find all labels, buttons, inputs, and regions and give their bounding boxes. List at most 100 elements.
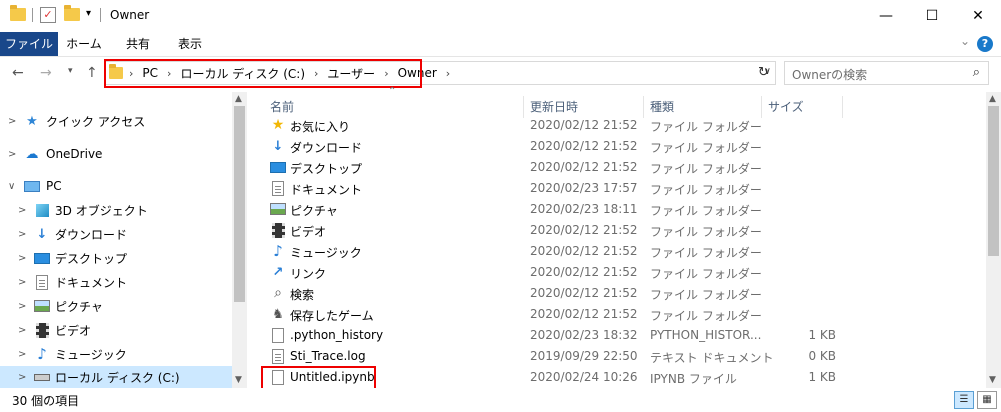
details-view-icon[interactable]: ☰ <box>954 391 974 409</box>
nav-item-documents[interactable]: > ドキュメント <box>0 271 232 293</box>
file-type: ファイル フォルダー <box>650 246 762 260</box>
favorites-icon: ★ <box>271 117 285 133</box>
nav-item-videos[interactable]: > ビデオ <box>0 319 232 341</box>
file-date: 2020/02/23 18:11 <box>530 202 638 216</box>
expander-icon[interactable]: > <box>18 277 26 288</box>
file-date: 2020/02/12 21:52 <box>530 223 638 237</box>
customize-toolbar-icon[interactable]: ▾ <box>86 8 91 19</box>
scroll-down-icon[interactable]: ▼ <box>235 375 242 385</box>
scroll-up-icon[interactable]: ▲ <box>989 94 996 104</box>
file-name: 保存したゲーム <box>290 309 374 323</box>
file-type: ファイル フォルダー <box>650 204 762 218</box>
file-date: 2020/02/12 21:52 <box>530 244 638 258</box>
expander-icon[interactable]: > <box>18 253 26 264</box>
nav-item-3d-objects[interactable]: > 3D オブジェクト <box>0 199 232 221</box>
file-size: 1 KB <box>808 328 836 342</box>
tab-view[interactable]: 表示 <box>168 32 212 56</box>
tab-home[interactable]: ホーム <box>62 32 106 56</box>
nav-item-desktop[interactable]: > デスクトップ <box>0 247 232 269</box>
file-row[interactable]: ビデオ 2020/02/12 21:52 ファイル フォルダー <box>258 220 984 241</box>
file-date: 2020/02/12 21:52 <box>530 160 638 174</box>
expander-icon[interactable]: ∨ <box>8 181 15 192</box>
file-row[interactable]: ピクチャ 2020/02/23 18:11 ファイル フォルダー <box>258 199 984 220</box>
file-row[interactable]: ♪ ミュージック 2020/02/12 21:52 ファイル フォルダー <box>258 241 984 262</box>
expander-icon[interactable]: > <box>18 349 26 360</box>
search-box[interactable]: Ownerの検索 ⌕ <box>784 61 989 85</box>
file-row[interactable]: ↗ リンク 2020/02/12 21:52 ファイル フォルダー <box>258 262 984 283</box>
recent-locations-icon[interactable]: ▾ <box>68 66 73 76</box>
help-icon[interactable]: ? <box>977 36 993 52</box>
up-arrow-icon[interactable]: ↑ <box>86 65 98 81</box>
expander-icon[interactable]: > <box>18 325 26 336</box>
new-folder-icon[interactable] <box>64 5 80 21</box>
file-row[interactable]: ドキュメント 2020/02/23 17:57 ファイル フォルダー <box>258 178 984 199</box>
file-list-scrollbar[interactable]: ▲ ▼ <box>986 92 1001 388</box>
nav-item-label: デスクトップ <box>55 251 128 266</box>
nav-item-music[interactable]: > ♪ ミュージック <box>0 343 232 365</box>
close-button[interactable]: ✕ <box>955 0 1001 32</box>
nav-item-label: ビデオ <box>55 323 92 338</box>
nav-item-pc[interactable]: ∨ PC <box>0 175 232 197</box>
divider <box>100 8 101 22</box>
nav-pane-scrollbar[interactable]: ▲ ▼ <box>232 92 247 388</box>
file-name: .python_history <box>290 328 384 342</box>
document-icon <box>270 180 286 196</box>
highlight-box <box>104 59 422 88</box>
expander-icon[interactable]: > <box>8 149 16 160</box>
file-row[interactable]: デスクトップ 2020/02/12 21:52 ファイル フォルダー <box>258 157 984 178</box>
text-file-icon <box>270 348 286 364</box>
pc-icon <box>24 178 40 194</box>
window-title: Owner <box>110 8 150 22</box>
expander-icon[interactable]: > <box>18 229 26 240</box>
file-row[interactable]: Sti_Trace.log 2019/09/29 22:50 テキスト ドキュメ… <box>258 346 984 367</box>
properties-icon[interactable]: ✓ <box>40 7 56 23</box>
expander-icon[interactable]: > <box>18 372 26 383</box>
file-date: 2019/09/29 22:50 <box>530 349 638 363</box>
file-type: テキスト ドキュメント <box>650 351 774 365</box>
back-arrow-icon[interactable]: ← <box>12 65 24 81</box>
nav-item-label: ミュージック <box>55 347 127 362</box>
tab-file[interactable]: ファイル <box>0 32 58 56</box>
item-count: 30 個の項目 <box>12 394 80 408</box>
file-row[interactable]: .python_history 2020/02/23 18:32 PYTHON_… <box>258 325 984 346</box>
nav-item-quick-access[interactable]: > ★ クイック アクセス <box>0 110 232 132</box>
nav-item-pictures[interactable]: > ピクチャ <box>0 295 232 317</box>
file-row[interactable]: ★ お気に入り 2020/02/12 21:52 ファイル フォルダー <box>258 115 984 136</box>
nav-item-label: OneDrive <box>46 147 103 161</box>
file-type: ファイル フォルダー <box>650 162 762 176</box>
file-size: 1 KB <box>808 370 836 384</box>
large-icons-view-icon[interactable]: ▦ <box>977 391 997 409</box>
music-icon: ♪ <box>273 242 283 260</box>
nav-item-downloads[interactable]: > ↓ ダウンロード <box>0 223 232 245</box>
maximize-button[interactable]: ☐ <box>909 0 955 32</box>
file-type: ファイル フォルダー <box>650 267 762 281</box>
status-bar: 30 個の項目 ☰ ▦ <box>0 388 1001 412</box>
scroll-down-icon[interactable]: ▼ <box>989 375 996 385</box>
scrollbar-thumb[interactable] <box>988 106 999 256</box>
expander-icon[interactable]: > <box>18 205 26 216</box>
ribbon-expand-icon[interactable]: ⌄ <box>960 34 970 48</box>
cube-icon <box>34 202 50 218</box>
refresh-icon[interactable]: ↻ <box>758 65 769 80</box>
nav-item-label: ピクチャ <box>55 299 103 314</box>
forward-arrow-icon[interactable]: → <box>40 65 52 81</box>
minimize-button[interactable]: — <box>863 0 909 32</box>
video-icon <box>34 322 50 338</box>
search-input[interactable]: Ownerの検索 <box>792 66 867 83</box>
file-row[interactable]: ↓ ダウンロード 2020/02/12 21:52 ファイル フォルダー <box>258 136 984 157</box>
desktop-icon <box>270 159 286 175</box>
file-date: 2020/02/12 21:52 <box>530 307 638 321</box>
tab-share[interactable]: 共有 <box>116 32 160 56</box>
file-name: ピクチャ <box>290 204 338 218</box>
nav-item-onedrive[interactable]: > ☁ OneDrive <box>0 143 232 165</box>
chevron-right-icon[interactable]: › <box>446 67 450 80</box>
file-row[interactable]: ⌕ 検索 2020/02/12 21:52 ファイル フォルダー <box>258 283 984 304</box>
drive-icon <box>34 369 50 385</box>
file-name: Sti_Trace.log <box>290 349 366 363</box>
expander-icon[interactable]: > <box>18 301 26 312</box>
scrollbar-thumb[interactable] <box>234 106 245 302</box>
scroll-up-icon[interactable]: ▲ <box>235 94 242 104</box>
nav-item-local-disk[interactable]: > ローカル ディスク (C:) <box>0 366 232 388</box>
file-row[interactable]: ♞ 保存したゲーム 2020/02/12 21:52 ファイル フォルダー <box>258 304 984 325</box>
expander-icon[interactable]: > <box>8 116 16 127</box>
